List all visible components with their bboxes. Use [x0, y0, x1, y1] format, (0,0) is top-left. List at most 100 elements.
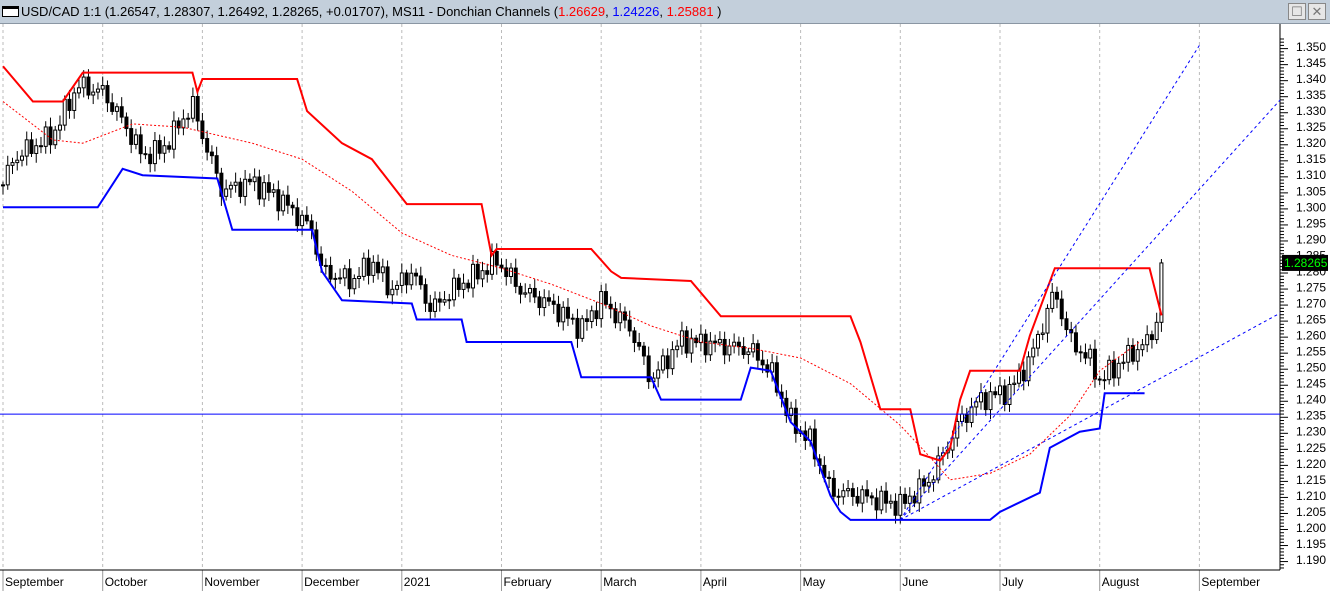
candle-body: [1, 184, 5, 187]
candle-body: [48, 126, 53, 146]
candle: [442, 291, 447, 306]
candle-body: [827, 476, 832, 479]
candle: [167, 141, 172, 153]
candle: [979, 383, 984, 410]
candle-body: [437, 298, 442, 303]
candle-body: [713, 340, 718, 344]
candle: [499, 258, 504, 273]
candle: [660, 348, 665, 374]
candle-body: [24, 139, 29, 157]
candle: [10, 157, 15, 175]
candle: [670, 341, 675, 375]
candle-body: [1149, 334, 1154, 341]
price-chart[interactable]: September October November December 2021 Febr…: [0, 24, 1330, 591]
candle: [110, 93, 115, 115]
y-axis-label: 1.190: [1296, 553, 1326, 567]
candle-body: [1073, 332, 1078, 353]
candle-body: [1045, 307, 1050, 334]
candle: [385, 260, 390, 299]
candle: [1116, 356, 1121, 386]
maximize-button[interactable]: ☐: [1288, 3, 1306, 20]
candle-body: [846, 488, 851, 492]
candle: [746, 347, 751, 365]
candle-body: [1040, 332, 1045, 335]
candle-body: [390, 288, 395, 296]
candle: [964, 407, 969, 433]
candle: [252, 168, 257, 192]
close-paren: ): [713, 4, 722, 19]
candle: [831, 470, 836, 502]
candle-body: [1111, 359, 1116, 379]
candle-body: [233, 181, 238, 186]
candle-body: [551, 300, 556, 305]
candle-body: [675, 345, 680, 351]
candle: [338, 268, 343, 284]
candle-body: [1035, 333, 1040, 349]
candle: [532, 279, 537, 304]
close-button[interactable]: ✕: [1308, 3, 1326, 20]
candle-body: [366, 257, 371, 276]
candle: [171, 111, 176, 159]
y-axis-label: 1.260: [1296, 329, 1326, 343]
candle: [152, 131, 157, 172]
candle: [186, 112, 191, 128]
candle-body: [423, 284, 428, 304]
candle: [357, 267, 362, 289]
x-axis-label: February: [504, 575, 552, 589]
candle-body: [1054, 291, 1059, 300]
candle-body: [300, 214, 305, 227]
candle: [675, 339, 680, 358]
candle: [466, 279, 471, 293]
candle: [485, 263, 490, 283]
candle: [1026, 351, 1031, 387]
x-axis-label: April: [703, 575, 727, 589]
candle-body: [494, 250, 499, 266]
candle: [119, 97, 124, 124]
candle-body: [214, 155, 219, 174]
candle-body: [732, 341, 737, 347]
candle-body: [195, 96, 200, 122]
candle: [755, 339, 760, 369]
candle: [1145, 325, 1150, 353]
candle: [993, 386, 998, 399]
candle: [855, 487, 860, 507]
candle-body: [399, 272, 404, 286]
candle: [841, 483, 846, 505]
candle-body: [998, 385, 1002, 396]
y-axis-label: 1.255: [1296, 345, 1326, 359]
candle-body: [1088, 348, 1093, 359]
candle: [124, 112, 129, 137]
candle: [627, 310, 632, 337]
candle-body: [243, 178, 248, 197]
candle-body: [1116, 362, 1121, 379]
candle-body: [347, 268, 352, 290]
candle-body: [105, 85, 110, 104]
candle: [618, 303, 623, 332]
candle-body: [508, 267, 513, 278]
candle: [827, 471, 832, 489]
candle: [76, 78, 81, 99]
candle: [399, 263, 404, 294]
candle-body: [589, 310, 594, 322]
candle: [1031, 338, 1036, 366]
candle-body: [247, 178, 252, 183]
candle-body: [1092, 348, 1097, 380]
candle: [622, 306, 627, 329]
candle-body: [338, 277, 343, 280]
candle: [708, 332, 713, 362]
candle: [570, 313, 575, 325]
candle-body: [271, 189, 276, 193]
candle: [475, 258, 480, 285]
candle: [1140, 338, 1145, 357]
candle-body: [1002, 385, 1007, 405]
candle: [195, 89, 200, 131]
candle-body: [703, 333, 708, 356]
candle: [238, 177, 243, 204]
candle-body: [504, 267, 509, 278]
current-price-label: 1.28265: [1284, 256, 1328, 270]
candle-body: [53, 129, 58, 146]
candle-body: [1145, 334, 1150, 346]
candle-body: [461, 282, 466, 290]
candle-body: [884, 490, 889, 504]
candle: [143, 146, 148, 160]
